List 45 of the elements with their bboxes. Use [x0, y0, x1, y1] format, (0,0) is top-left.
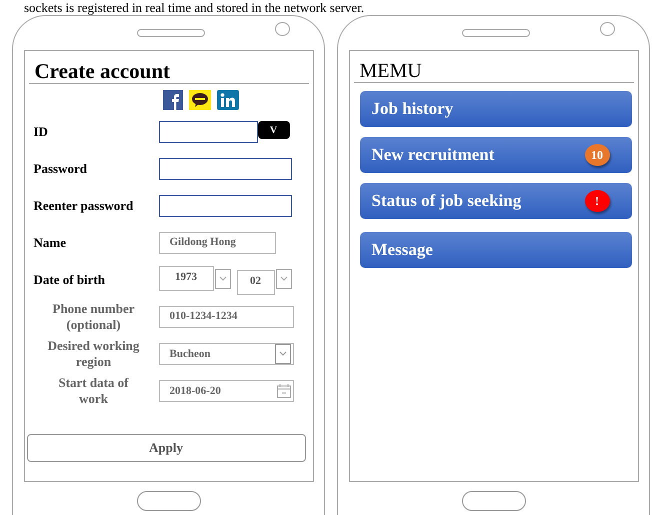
- menu-label: Job history: [372, 99, 454, 119]
- facebook-icon: [162, 90, 182, 110]
- menu-item[interactable]: Status of job seeking !: [360, 183, 632, 219]
- field-label: Desired working region: [46, 338, 140, 370]
- chat-bubble-icon: [188, 90, 210, 110]
- screen-title: Create account: [28, 51, 308, 84]
- notification-badge: 10: [584, 144, 610, 166]
- field-label: Phone number (optional): [52, 301, 136, 333]
- field-label: Date of birth: [32, 272, 106, 288]
- camera-icon: [600, 22, 615, 36]
- field-label: Start data of work: [57, 375, 130, 407]
- menu-label: New recruitment: [372, 145, 494, 165]
- date-field[interactable]: 2018-06-20: [158, 380, 294, 402]
- text-field[interactable]: Gildong Hong: [158, 232, 276, 254]
- menu-item[interactable]: Job history: [360, 91, 632, 127]
- dropdown-field[interactable]: Bucheon: [158, 343, 294, 365]
- caret-icon[interactable]: [214, 268, 230, 288]
- field-label: Name: [32, 235, 67, 251]
- dropdown-field[interactable]: 1973: [158, 266, 214, 290]
- password-field[interactable]: [158, 158, 292, 180]
- id-field[interactable]: [158, 121, 258, 143]
- linkedin-icon: [216, 90, 238, 110]
- dropdown-field[interactable]: 02: [236, 270, 274, 294]
- apply-button[interactable]: Apply: [26, 434, 306, 462]
- verify-button[interactable]: V: [258, 121, 290, 139]
- text-field[interactable]: 010-1234-1234: [158, 306, 294, 328]
- home-button[interactable]: [136, 491, 200, 511]
- caption-text: sockets is registered in real time and stored in the network server.: [23, 0, 366, 15]
- calendar-icon: [276, 384, 290, 398]
- menu-item[interactable]: New recruitment 10: [360, 137, 632, 173]
- caret-icon: [274, 344, 290, 364]
- menu-item[interactable]: Message: [360, 232, 632, 268]
- speaker-icon: [462, 29, 530, 37]
- field-label: ID: [32, 124, 49, 140]
- field-label: Reenter password: [32, 198, 134, 214]
- screen-title: MEMU: [354, 51, 634, 83]
- field-label: Password: [32, 161, 88, 177]
- home-button[interactable]: [462, 491, 526, 511]
- speaker-icon: [137, 29, 205, 37]
- caret-icon[interactable]: [276, 268, 292, 288]
- notification-badge: !: [584, 190, 610, 212]
- menu-label: Message: [372, 240, 433, 260]
- password-field[interactable]: [158, 195, 292, 217]
- camera-icon: [275, 22, 290, 36]
- menu-label: Status of job seeking: [372, 191, 522, 211]
